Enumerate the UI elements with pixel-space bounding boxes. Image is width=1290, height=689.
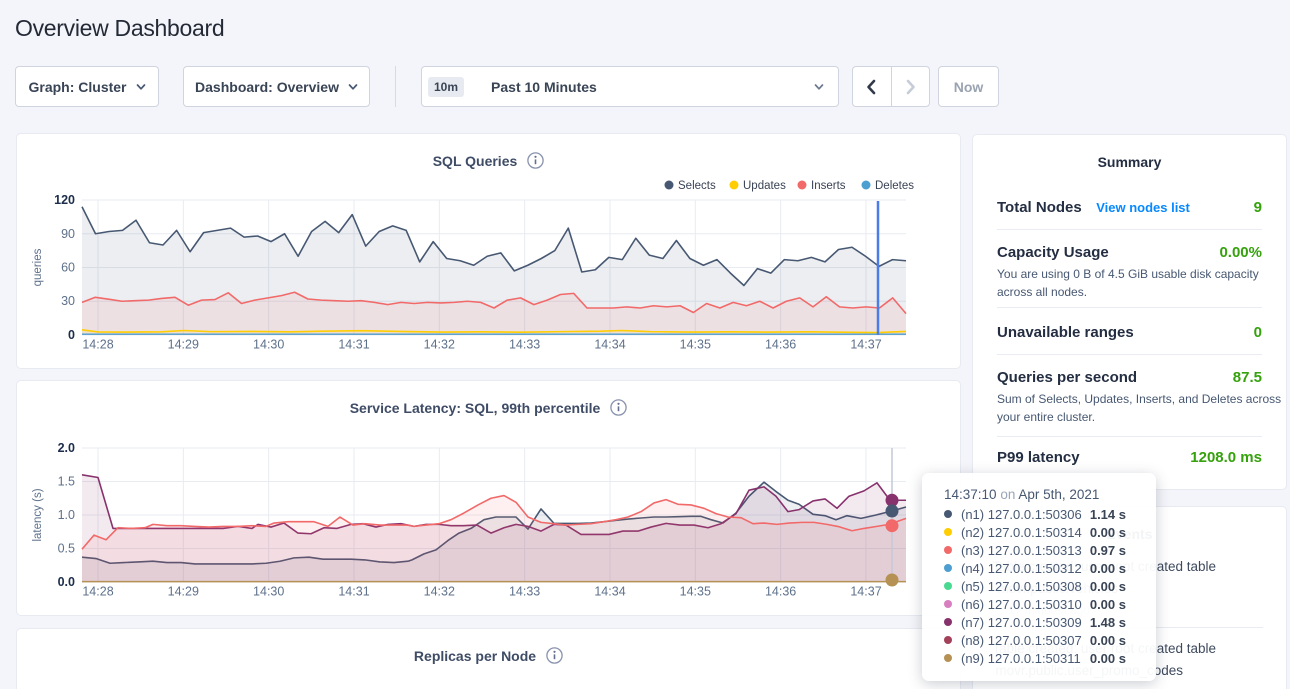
svg-text:14:32: 14:32 bbox=[424, 585, 455, 599]
svg-text:0: 0 bbox=[68, 328, 75, 342]
svg-text:Deletes: Deletes bbox=[875, 180, 914, 192]
svg-text:14:30: 14:30 bbox=[253, 338, 284, 352]
svg-text:Updates: Updates bbox=[743, 180, 786, 192]
svg-text:14:33: 14:33 bbox=[509, 585, 540, 599]
svg-text:1.0: 1.0 bbox=[58, 508, 75, 522]
svg-text:14:36: 14:36 bbox=[765, 585, 796, 599]
svg-text:0.0: 0.0 bbox=[58, 575, 75, 589]
svg-text:14:29: 14:29 bbox=[168, 338, 199, 352]
svg-text:14:31: 14:31 bbox=[338, 585, 369, 599]
svg-text:queries: queries bbox=[32, 248, 44, 286]
svg-text:14:33: 14:33 bbox=[509, 338, 540, 352]
svg-text:14:32: 14:32 bbox=[424, 338, 455, 352]
svg-text:2.0: 2.0 bbox=[58, 441, 75, 455]
svg-text:0.5: 0.5 bbox=[58, 542, 75, 556]
svg-text:30: 30 bbox=[61, 294, 75, 308]
svg-text:14:29: 14:29 bbox=[168, 585, 199, 599]
svg-text:1.5: 1.5 bbox=[58, 475, 75, 489]
svg-text:14:30: 14:30 bbox=[253, 585, 284, 599]
svg-text:14:35: 14:35 bbox=[680, 338, 711, 352]
svg-text:14:34: 14:34 bbox=[594, 338, 625, 352]
svg-text:14:36: 14:36 bbox=[765, 338, 796, 352]
svg-text:90: 90 bbox=[61, 227, 75, 241]
svg-text:14:35: 14:35 bbox=[680, 585, 711, 599]
svg-text:14:28: 14:28 bbox=[82, 585, 113, 599]
svg-text:Selects: Selects bbox=[678, 180, 716, 192]
svg-text:14:34: 14:34 bbox=[594, 585, 625, 599]
svg-text:latency (s): latency (s) bbox=[32, 488, 44, 541]
svg-text:14:37: 14:37 bbox=[850, 585, 881, 599]
svg-text:Inserts: Inserts bbox=[811, 180, 846, 192]
svg-text:14:28: 14:28 bbox=[82, 338, 113, 352]
svg-text:14:37: 14:37 bbox=[850, 338, 881, 352]
svg-text:60: 60 bbox=[61, 261, 75, 275]
svg-text:14:31: 14:31 bbox=[338, 338, 369, 352]
svg-text:120: 120 bbox=[54, 193, 75, 207]
